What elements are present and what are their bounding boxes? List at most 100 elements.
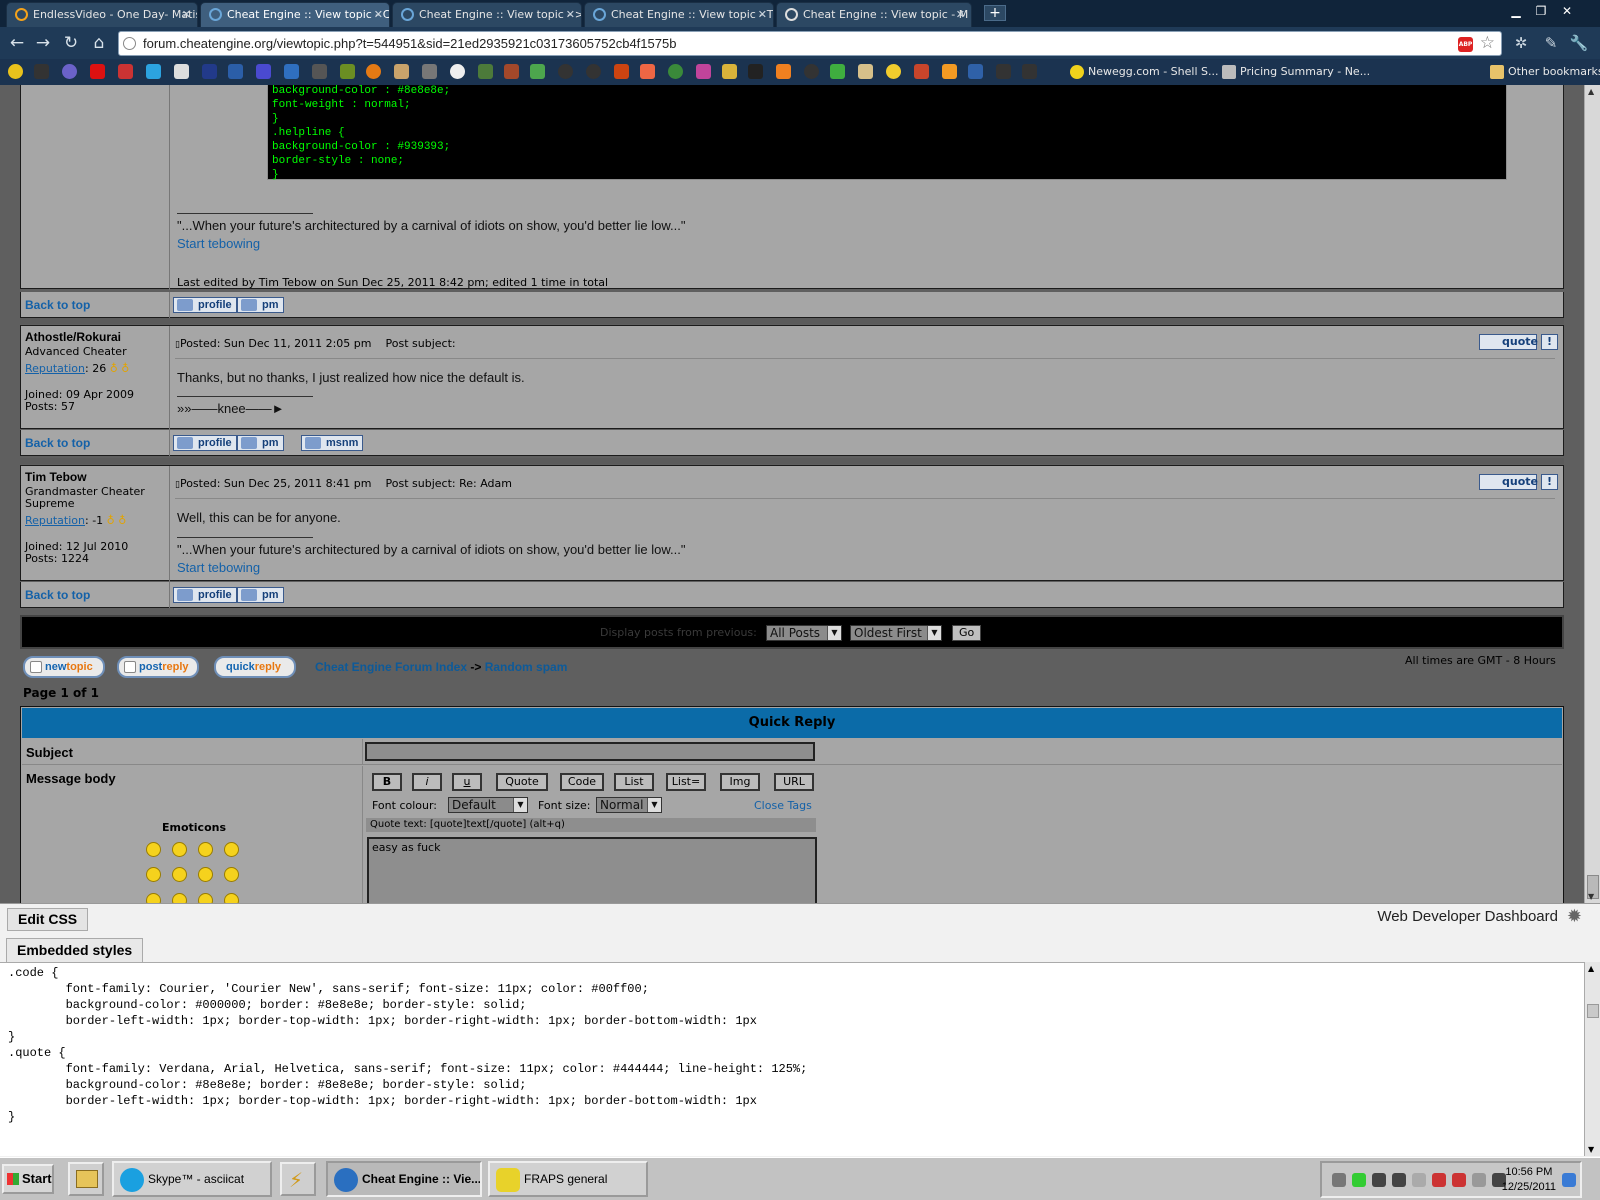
quote-button[interactable]: quote <box>1479 334 1538 350</box>
close-icon[interactable]: ✕ <box>956 3 965 26</box>
bookmark-icon[interactable] <box>422 64 437 79</box>
post-filter-select[interactable]: All Posts ▼ <box>766 625 842 641</box>
msnm-button[interactable]: msnm <box>301 435 364 451</box>
close-tags-link[interactable]: Close Tags <box>754 799 812 812</box>
forum-index-link[interactable]: Cheat Engine Forum Index <box>315 660 467 674</box>
profile-button[interactable]: profile <box>173 297 237 313</box>
close-icon[interactable]: ✕ <box>374 3 383 26</box>
bookmark-icon[interactable] <box>668 64 683 79</box>
edit-css-tab[interactable]: Edit CSS <box>7 908 89 931</box>
scroll-up-icon[interactable]: ▲ <box>1588 87 1594 96</box>
bookmark-icon[interactable] <box>340 64 355 79</box>
bookmark-icon[interactable] <box>748 64 763 79</box>
wrench-icon[interactable]: 🔧 <box>1568 32 1590 54</box>
emoticon-shocked-icon[interactable] <box>146 867 161 882</box>
bookmark-icon[interactable] <box>312 64 327 79</box>
gear-icon[interactable]: ✹ <box>1567 906 1582 927</box>
go-button[interactable]: Go <box>952 625 982 641</box>
pm-button[interactable]: pm <box>237 435 284 451</box>
bookmark-icon[interactable] <box>614 64 629 79</box>
volume-icon[interactable] <box>1472 1173 1486 1187</box>
flag-icon[interactable] <box>1412 1173 1426 1187</box>
report-button[interactable]: ! <box>1541 474 1558 490</box>
tab-cheatengine-4[interactable]: Cheat Engine :: View topic - M ✕ <box>776 2 972 27</box>
bookmark-icon[interactable] <box>394 64 409 79</box>
pm-button[interactable]: pm <box>237 297 284 313</box>
tray-icon[interactable] <box>1332 1173 1346 1187</box>
reputation-link[interactable]: Reputation <box>25 362 85 375</box>
profile-button[interactable]: profile <box>173 435 237 451</box>
bookmark-icon[interactable] <box>996 64 1011 79</box>
thumbs-icon[interactable]: ♁ ♁ <box>107 514 127 527</box>
bookmark-icon[interactable] <box>62 64 77 79</box>
bookmark-icon[interactable] <box>858 64 873 79</box>
close-icon[interactable]: ✕ <box>758 3 767 26</box>
tray-icon[interactable] <box>1432 1173 1446 1187</box>
restore-button[interactable]: ❐ <box>1530 2 1552 20</box>
start-button[interactable]: Start <box>2 1164 54 1194</box>
bookmark-icon[interactable] <box>586 64 601 79</box>
emoticon-oops-icon[interactable] <box>198 893 213 903</box>
profile-button[interactable]: profile <box>173 587 237 603</box>
clock[interactable]: 10:56 PM 12/25/2011 <box>1502 1165 1556 1195</box>
emoticon-cry-icon[interactable] <box>224 893 239 903</box>
code-tag-button[interactable]: Code <box>560 773 604 791</box>
emoticon-razz-icon[interactable] <box>172 893 187 903</box>
css-editor-scrollbar[interactable]: ▲ ▼ <box>1584 962 1600 1156</box>
tab-cheatengine-1[interactable]: Cheat Engine :: View topic - Cl ✕ <box>200 2 390 27</box>
scroll-down-icon[interactable]: ▼ <box>1588 1145 1594 1154</box>
forward-icon[interactable]: → <box>32 32 54 54</box>
bookmark-icon[interactable] <box>530 64 545 79</box>
subject-input[interactable] <box>365 742 815 761</box>
home-icon[interactable]: ⌂ <box>88 32 110 54</box>
bookmark-icon[interactable] <box>366 64 381 79</box>
close-window-button[interactable]: ✕ <box>1556 2 1578 20</box>
bookmark-icon[interactable] <box>696 64 711 79</box>
bookmark-icon[interactable] <box>914 64 929 79</box>
gmail-icon[interactable] <box>118 64 133 79</box>
clover-icon[interactable] <box>830 64 845 79</box>
minimize-button[interactable]: ▁ <box>1505 2 1527 20</box>
emoticon-surprised-icon[interactable] <box>224 842 239 857</box>
explorer-quicklaunch[interactable] <box>68 1162 104 1196</box>
bookmark-icon[interactable] <box>1022 64 1037 79</box>
post-reply-button[interactable]: postreply <box>117 656 199 678</box>
extension-icon[interactable]: ✲ <box>1510 32 1532 54</box>
emoticon-laugh-icon[interactable] <box>224 867 239 882</box>
bookmark-icon[interactable] <box>886 64 901 79</box>
italic-button[interactable]: i <box>412 773 442 791</box>
emoticon-confused-icon[interactable] <box>172 867 187 882</box>
bookmark-icon[interactable] <box>228 64 243 79</box>
taskbar-cheatengine[interactable]: Cheat Engine :: Vie... <box>326 1161 482 1197</box>
scroll-thumb[interactable] <box>1587 1004 1599 1018</box>
scroll-up-icon[interactable]: ▲ <box>1588 964 1594 973</box>
back-to-top-link[interactable]: Back to top <box>25 298 90 312</box>
back-to-top-link[interactable]: Back to top <box>25 588 90 602</box>
list-tag-button[interactable]: List <box>614 773 654 791</box>
quote-tag-button[interactable]: Quote <box>496 773 548 791</box>
page-info-icon[interactable] <box>123 37 136 50</box>
post-author[interactable]: Athostle/Rokurai <box>25 330 121 344</box>
bookmark-icon[interactable] <box>202 64 217 79</box>
signature-link[interactable]: Start tebowing <box>177 236 260 251</box>
pm-button[interactable]: pm <box>237 587 284 603</box>
tab-cheatengine-2[interactable]: Cheat Engine :: View topic - >l ✕ <box>392 2 582 27</box>
message-textarea[interactable]: easy as fuck <box>367 837 817 903</box>
youtube-icon[interactable] <box>90 64 105 79</box>
bookmark-icon[interactable] <box>8 64 23 79</box>
bookmark-icon[interactable] <box>504 64 519 79</box>
close-icon[interactable]: ✕ <box>182 3 191 26</box>
quick-reply-button[interactable]: quickreply <box>214 656 296 678</box>
signature-link[interactable]: Start tebowing <box>177 560 260 575</box>
bookmark-icon[interactable] <box>174 64 189 79</box>
img-tag-button[interactable]: Img <box>720 773 760 791</box>
emoticon-grin-icon[interactable] <box>146 842 161 857</box>
power-icon[interactable] <box>450 64 465 79</box>
reload-icon[interactable]: ↻ <box>60 32 82 54</box>
bookmark-icon[interactable] <box>942 64 957 79</box>
tray-icon[interactable] <box>1452 1173 1466 1187</box>
url-tag-button[interactable]: URL <box>774 773 814 791</box>
bold-button[interactable]: B <box>372 773 402 791</box>
new-tab-button[interactable]: + <box>984 5 1006 21</box>
tab-endlessvideo[interactable]: EndlessVideo - One Day- Matis ✕ <box>6 2 198 27</box>
